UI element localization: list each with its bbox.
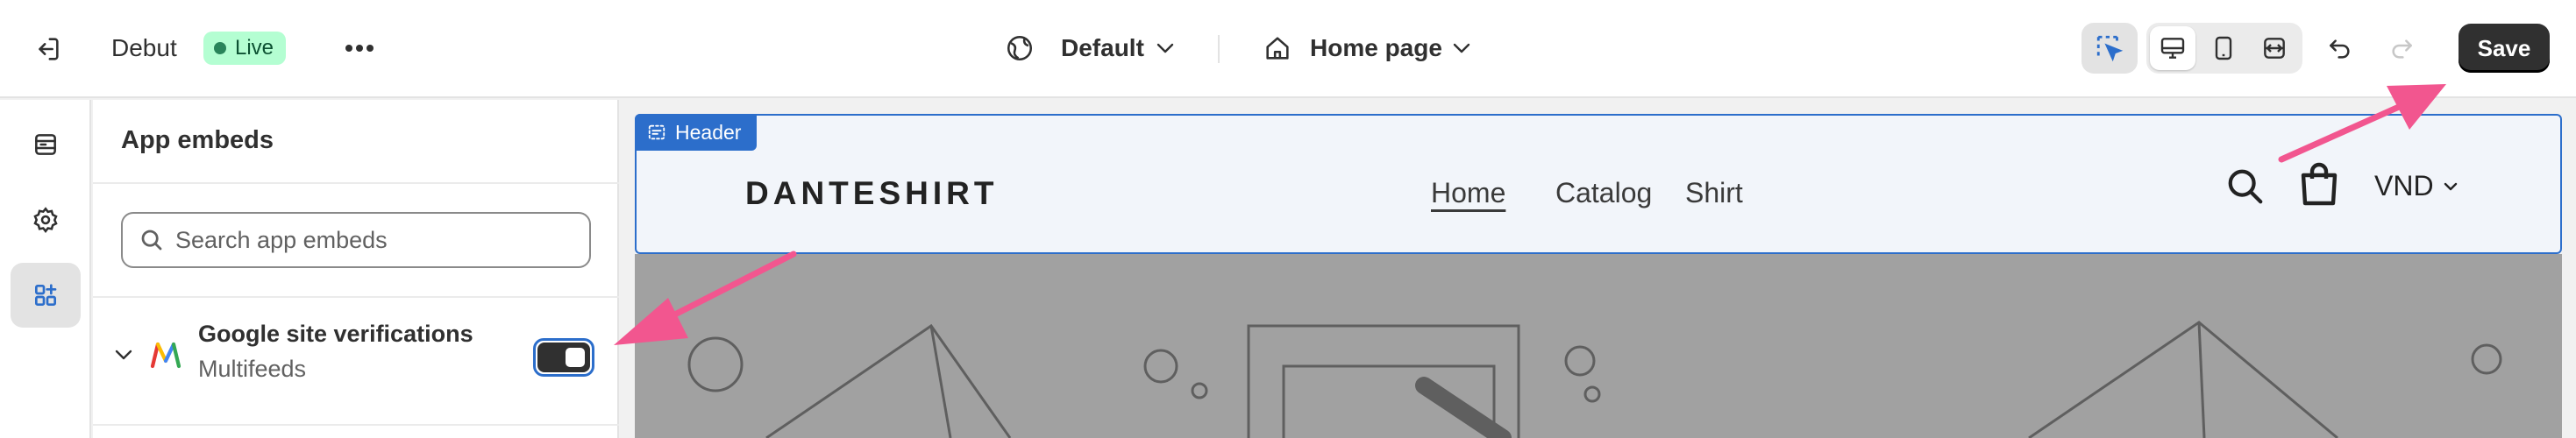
sidebar-rail [0,100,91,438]
multifeeds-logo-icon [149,340,182,370]
divider [93,182,619,184]
viewport-switcher [2146,23,2302,74]
section-label-text: Header [675,120,742,144]
inspector-toggle[interactable] [2081,23,2138,74]
more-horizontal-icon [345,44,374,53]
theme-selector-label: Default [1061,34,1144,61]
fullwidth-view-button[interactable] [2252,26,2297,70]
chevron-down-icon [2444,182,2457,190]
exit-button[interactable] [25,26,70,72]
chevron-down-icon [1156,42,1175,54]
sections-icon [32,131,60,159]
undo-icon [2326,35,2354,63]
mobile-view-icon [2210,34,2238,62]
exit-icon [32,34,62,64]
theme-globe-icon [1005,33,1035,63]
nav-link-catalog[interactable]: Catalog [1555,177,1652,209]
app-embeds-panel: App embeds Google site verifications Mul… [93,100,619,438]
app-embed-toggle[interactable] [533,338,594,377]
search-icon [139,227,165,253]
search-input[interactable] [175,214,579,266]
more-actions-button[interactable] [337,28,382,68]
nav-link-home[interactable]: Home [1431,177,1505,209]
page-selector-label: Home page [1310,34,1442,61]
search-icon[interactable] [2225,166,2266,207]
desktop-view-icon [2159,34,2187,62]
store-header-section[interactable]: DANTESHIRT Home Catalog Shirt VND [635,114,2562,254]
top-bar: Debut Live Default Home page Save [0,0,2576,98]
chevron-down-icon [1452,42,1471,54]
inspector-select-icon [2095,33,2124,63]
section-label-header[interactable]: Header [635,114,758,151]
theme-selector[interactable]: Default [1005,26,1180,70]
undo-button[interactable] [2318,28,2362,70]
theme-preview: DANTESHIRT Home Catalog Shirt VND Header [621,100,2576,438]
fullwidth-view-icon [2260,34,2288,62]
toggle-track [537,343,590,372]
currency-label: VND [2374,170,2434,201]
sidebar-item-app-embeds[interactable] [11,263,81,328]
status-badge: Live [203,32,287,65]
currency-selector[interactable]: VND [2374,170,2459,202]
redo-button[interactable] [2380,28,2423,70]
desktop-view-button[interactable] [2150,26,2195,70]
home-icon [1263,33,1292,63]
cart-bag-icon[interactable] [2297,161,2341,207]
save-button[interactable]: Save [2459,24,2550,73]
sidebar-item-sections[interactable] [11,112,81,177]
sidebar-item-theme-settings[interactable] [11,187,81,252]
toolbar-separator [1218,35,1220,63]
section-header-icon [647,123,666,142]
hero-placeholder-image [635,254,2562,438]
toggle-knob [566,348,585,367]
page-selector[interactable]: Home page [1263,26,1473,70]
expand-chevron-icon[interactable] [110,342,137,368]
nav-link-shirt[interactable]: Shirt [1685,177,1743,209]
status-dot-icon [214,42,226,54]
app-embed-provider: Multifeeds [198,356,307,382]
panel-title: App embeds [121,126,274,154]
store-logo[interactable]: DANTESHIRT [745,175,998,212]
divider [93,424,619,426]
theme-name: Debut [111,34,177,61]
settings-icon [32,206,60,234]
app-embed-name: Google site verifications [198,321,473,347]
mobile-view-button[interactable] [2201,26,2246,70]
status-badge-label: Live [235,36,274,60]
app-embeds-icon [32,281,60,309]
search-app-embeds [121,212,591,268]
redo-icon [2387,35,2416,63]
